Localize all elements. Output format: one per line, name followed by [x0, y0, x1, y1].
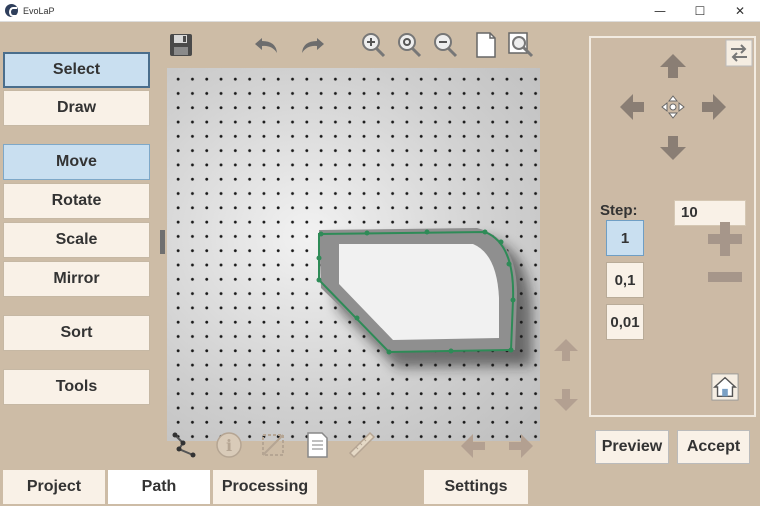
document-icon[interactable]	[300, 428, 334, 462]
move-down-icon[interactable]	[655, 130, 691, 166]
move-left-icon[interactable]	[614, 89, 650, 125]
scroll-down-icon[interactable]	[550, 384, 582, 416]
crop-icon[interactable]	[256, 428, 290, 462]
panel-splitter-handle[interactable]	[160, 230, 165, 254]
decrease-step-icon[interactable]	[708, 272, 742, 282]
draw-mode-button[interactable]: Draw	[3, 90, 150, 126]
scroll-right-icon[interactable]	[504, 430, 538, 462]
save-icon[interactable]	[166, 30, 196, 60]
window-title: EvoLaP	[23, 5, 55, 16]
preview-button[interactable]: Preview	[595, 430, 669, 464]
select-mode-button[interactable]: Select	[3, 52, 150, 88]
move-center-icon[interactable]	[658, 92, 688, 122]
redo-icon[interactable]	[297, 30, 327, 60]
scroll-left-icon[interactable]	[456, 430, 490, 462]
step-option-1[interactable]: 1	[606, 220, 644, 256]
tab-processing[interactable]: Processing	[213, 470, 317, 504]
maximize-button[interactable]: ☐	[680, 0, 720, 22]
move-right-icon[interactable]	[696, 89, 732, 125]
path-nodes-icon[interactable]	[168, 428, 202, 462]
minimize-button[interactable]: —	[640, 0, 680, 22]
app-logo-icon	[5, 4, 18, 17]
svg-text:i: i	[226, 436, 232, 455]
increase-step-icon[interactable]	[708, 222, 742, 256]
swap-arrows-icon[interactable]	[724, 38, 754, 68]
step-label: Step:	[600, 202, 638, 219]
scale-button[interactable]: Scale	[3, 222, 150, 258]
step-option-0-1[interactable]: 0,1	[606, 262, 644, 298]
zoom-reset-icon[interactable]	[394, 30, 424, 60]
ruler-icon[interactable]	[344, 428, 380, 462]
zoom-fit-icon[interactable]	[506, 30, 536, 60]
tab-project[interactable]: Project	[3, 470, 105, 504]
home-icon[interactable]	[707, 369, 743, 405]
undo-icon[interactable]	[252, 30, 282, 60]
close-button[interactable]: ✕	[720, 0, 760, 22]
path-overlay	[316, 228, 532, 368]
zoom-out-icon[interactable]	[430, 30, 460, 60]
app-body: Select Draw Move Rotate Scale Mirror Sor…	[0, 22, 760, 506]
work-canvas[interactable]	[167, 68, 540, 441]
mirror-button[interactable]: Mirror	[3, 261, 150, 297]
step-option-0-01[interactable]: 0,01	[606, 304, 644, 340]
tools-button[interactable]: Tools	[3, 369, 150, 405]
scroll-up-icon[interactable]	[550, 334, 582, 366]
info-icon[interactable]: i	[212, 428, 246, 462]
tab-path[interactable]: Path	[108, 470, 210, 504]
accept-button[interactable]: Accept	[677, 430, 750, 464]
sort-button[interactable]: Sort	[3, 315, 150, 351]
move-up-icon[interactable]	[655, 48, 691, 84]
tab-settings[interactable]: Settings	[424, 470, 528, 504]
rotate-button[interactable]: Rotate	[3, 183, 150, 219]
page-icon[interactable]	[470, 30, 500, 60]
title-bar: EvoLaP — ☐ ✕	[0, 0, 760, 22]
move-button[interactable]: Move	[3, 144, 150, 180]
zoom-in-icon[interactable]	[358, 30, 388, 60]
